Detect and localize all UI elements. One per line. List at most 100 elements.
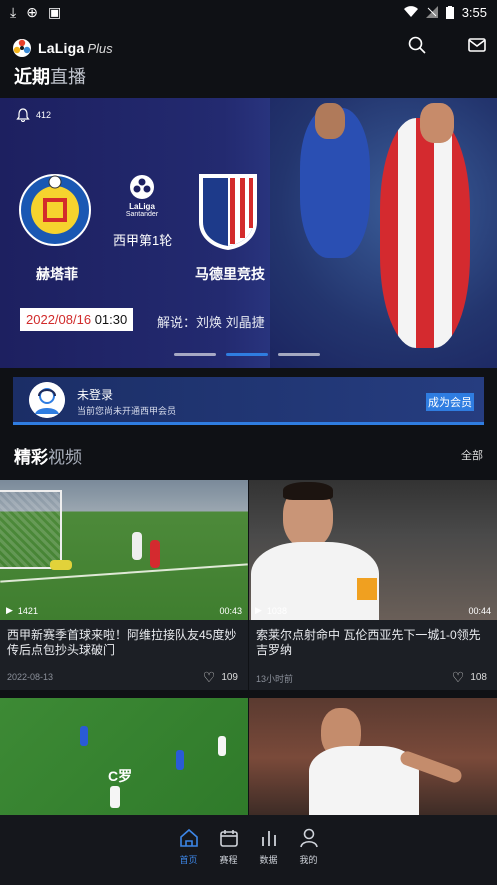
status-bar: ⤓ ⊕ ▣ 3:55 <box>0 0 497 24</box>
match-round: 西甲第1轮 <box>113 233 173 248</box>
video-title[interactable]: 索莱尔点射命中 瓦伦西亚先下一城1-0领先吉罗纳 <box>256 628 492 658</box>
home-team-name: 赫塔菲 <box>36 266 78 282</box>
video-duration: 00:44 <box>468 606 491 616</box>
video-card[interactable]: C罗 <box>0 698 248 818</box>
view-count-value: 1038 <box>266 605 287 616</box>
video-title[interactable]: 西甲新赛季首球来啦！阿维拉接队友45度妙传后点包抄头球破门 <box>7 628 243 658</box>
tab-profile[interactable]: 我的 <box>298 827 320 885</box>
video-thumbnail[interactable]: C罗 <box>0 698 248 818</box>
video-date: 2022-08-13 <box>7 672 54 682</box>
laliga-santander-logo: LaLiga Santander <box>116 174 168 218</box>
page-title: 近期直播 <box>14 63 86 89</box>
user-icon <box>299 828 318 848</box>
become-member-button[interactable]: 成为会员 <box>426 393 474 411</box>
status-system: 3:55 <box>403 4 487 20</box>
atletico-madrid-crest-icon <box>199 174 257 250</box>
video-card[interactable]: ▶ 1038 00:44 索莱尔点射命中 瓦伦西亚先下一城1-0领先吉罗纳 13… <box>249 480 497 690</box>
player-hair <box>283 482 333 500</box>
carousel-dot[interactable] <box>278 353 320 356</box>
view-count-value: 1421 <box>17 605 38 616</box>
player-head <box>420 103 454 143</box>
highlights-title-accent: 精彩 <box>14 448 48 467</box>
goal-net <box>0 490 62 569</box>
live-match-banner[interactable]: 412 LaLiga Santander 赫塔菲 西甲第1轮 马德里竞技 202… <box>0 98 497 368</box>
laliga-center-icon <box>130 175 154 199</box>
away-team-name: 马德里竞技 <box>195 266 265 282</box>
like-count: 108 <box>470 672 487 683</box>
app-notification-icon: ⊕ <box>26 3 38 20</box>
reminder-count-value: 412 <box>36 110 52 120</box>
tab-home[interactable]: 首页 <box>178 827 200 885</box>
bar-chart-icon <box>261 831 276 846</box>
tab-stats[interactable]: 数据 <box>258 827 280 885</box>
like-button[interactable]: ♡ 108 <box>452 669 487 686</box>
video-date: 13小时前 <box>256 674 294 684</box>
play-icon: ▶ <box>255 605 262 615</box>
video-thumbnail[interactable]: ▶ 1038 00:44 <box>249 480 497 620</box>
player-label: C罗 <box>108 768 133 784</box>
heart-icon[interactable]: ♡ <box>452 669 465 686</box>
calendar-icon <box>219 830 238 847</box>
highlights-title: 精彩视频 <box>14 443 82 468</box>
player-figure <box>176 750 184 770</box>
download-icon: ⤓ <box>10 3 17 20</box>
play-icon: ▶ <box>6 605 13 615</box>
see-all-link[interactable]: 全部 <box>461 447 483 463</box>
tab-stats-label: 数据 <box>259 855 278 865</box>
carousel-dot-active[interactable] <box>226 353 268 356</box>
goalkeeper-figure <box>50 560 72 570</box>
player-figure <box>110 786 120 808</box>
membership-banner[interactable]: 未登录 当前您尚未开通西甲会员 成为会员 <box>13 377 484 425</box>
laliga-center-label: LaLiga <box>129 202 155 211</box>
tab-schedule[interactable]: 赛程 <box>218 827 240 885</box>
carousel-dot[interactable] <box>174 353 216 356</box>
no-signal-icon <box>425 6 438 18</box>
app-header: LaLiga Plus 近期直播 <box>0 30 497 90</box>
reminder-count[interactable]: 412 <box>16 108 51 122</box>
video-thumbnail[interactable] <box>249 698 497 818</box>
player-figure <box>80 726 88 746</box>
banner-photo <box>270 98 497 368</box>
search-icon[interactable] <box>407 35 427 55</box>
tab-profile-label: 我的 <box>299 855 318 865</box>
laliga-plus-logo: LaLiga Plus <box>12 38 113 58</box>
tab-home-label: 首页 <box>179 855 198 865</box>
view-count: ▶ 1421 <box>6 605 38 616</box>
page-title-accent: 近期 <box>14 67 50 87</box>
bottom-tab-bar: 首页 赛程 数据 我的 <box>0 815 497 885</box>
page-title-rest: 直播 <box>50 67 86 87</box>
captain-armband <box>357 578 377 600</box>
video-card[interactable] <box>249 698 497 818</box>
player-blue-head <box>315 103 345 139</box>
login-status: 未登录 <box>77 388 114 402</box>
mail-icon[interactable] <box>467 35 487 55</box>
avatar <box>29 382 65 418</box>
match-date: 2022/08/16 <box>26 312 92 327</box>
carousel-indicator[interactable] <box>174 353 320 356</box>
getafe-crest-icon <box>19 174 91 246</box>
battery-icon <box>445 5 454 19</box>
logo-plus: Plus <box>87 40 113 56</box>
player-figure <box>150 540 160 568</box>
laliga-logo-icon <box>13 39 31 57</box>
match-datetime: 2022/08/16 01:30 <box>20 308 134 331</box>
image-notification-icon: ▣ <box>47 3 62 20</box>
bell-icon <box>16 108 30 122</box>
membership-subtitle: 当前您尚未开通西甲会员 <box>77 406 177 416</box>
video-card[interactable]: ▶ 1421 00:43 西甲新赛季首球来啦！阿维拉接队友45度妙传后点包抄头球… <box>0 480 248 690</box>
like-count: 109 <box>221 672 238 683</box>
status-time: 3:55 <box>461 4 487 20</box>
highlights-title-rest: 视频 <box>48 448 82 467</box>
status-notifications: ⤓ ⊕ ▣ <box>10 4 61 21</box>
commentators: 解说：刘焕 刘晶捷 <box>157 315 265 330</box>
heart-icon[interactable]: ♡ <box>203 669 216 686</box>
player-figure <box>218 736 226 756</box>
video-duration: 00:43 <box>219 606 242 616</box>
match-time: 01:30 <box>94 312 128 327</box>
tab-schedule-label: 赛程 <box>219 855 238 865</box>
video-thumbnail[interactable]: ▶ 1421 00:43 <box>0 480 248 620</box>
home-icon <box>179 828 198 847</box>
player-red-figure <box>380 118 470 348</box>
like-button[interactable]: ♡ 109 <box>203 669 238 686</box>
view-count: ▶ 1038 <box>255 605 287 616</box>
